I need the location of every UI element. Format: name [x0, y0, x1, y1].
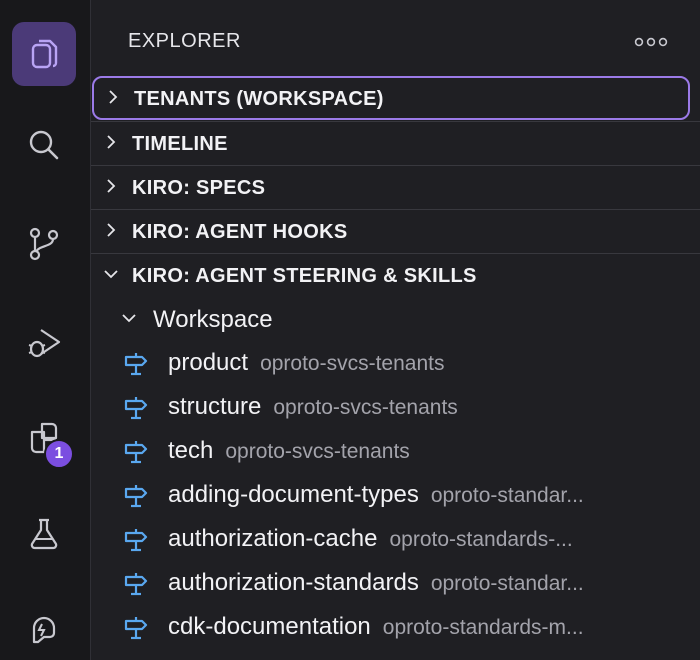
file-name: authorization-cache: [168, 525, 378, 552]
signpost-icon: [124, 529, 148, 552]
source-control-activity-button[interactable]: [12, 212, 76, 276]
search-activity-button[interactable]: [12, 113, 76, 177]
steering-file-item[interactable]: tech oproto-svcs-tenants: [91, 429, 700, 473]
kiro-window: 1 EXPLORER TENANTS (WORKSPACE) TIMELINE …: [0, 0, 700, 660]
section-label: TIMELINE: [132, 133, 228, 155]
sidebar-title: EXPLORER: [128, 30, 241, 52]
chevron-right-icon: [109, 90, 118, 104]
chevron-down-icon: [122, 314, 136, 323]
section-label: TENANTS (WORKSPACE): [134, 88, 384, 110]
search-icon: [29, 130, 59, 160]
signpost-icon: [124, 397, 148, 420]
tree-group-workspace[interactable]: Workspace: [91, 297, 700, 341]
source-control-icon: [29, 227, 59, 261]
steering-file-item[interactable]: cdk-documentation oproto-standards-m...: [91, 605, 700, 649]
file-description: oproto-standards-m...: [382, 616, 584, 639]
file-name: authorization-standards: [168, 569, 419, 596]
file-line: structure oproto-svcs-tenants: [168, 393, 666, 421]
file-line: tech oproto-svcs-tenants: [168, 437, 666, 465]
signpost-icon: [124, 485, 148, 508]
chevron-right-icon: [107, 179, 116, 193]
steering-file-item[interactable]: authorization-cache oproto-standards-...: [91, 517, 700, 561]
ellipsis-icon: [634, 37, 668, 47]
group-label: Workspace: [153, 306, 273, 333]
file-description: oproto-standards-...: [389, 528, 573, 551]
signpost-icon: [124, 441, 148, 464]
file-line: adding-document-types oproto-standar...: [168, 481, 666, 509]
section-tenants-workspace[interactable]: TENANTS (WORKSPACE): [92, 76, 690, 120]
steering-file-item[interactable]: authorization-standards oproto-standar...: [91, 561, 700, 605]
extensions-activity-button[interactable]: 1: [12, 406, 76, 470]
chevron-right-icon: [107, 223, 116, 237]
chevron-right-icon: [107, 135, 116, 149]
explorer-activity-button[interactable]: [12, 22, 76, 86]
file-name: product: [168, 349, 249, 376]
kiro-ghost-icon: [32, 616, 56, 644]
chevron-down-icon: [104, 270, 118, 279]
kiro-activity-button[interactable]: [12, 596, 76, 660]
file-description: oproto-svcs-tenants: [273, 396, 458, 419]
file-description: oproto-standar...: [430, 572, 584, 595]
more-actions-button[interactable]: [631, 30, 671, 54]
section-label: KIRO: AGENT HOOKS: [132, 221, 348, 243]
activity-bar: 1: [0, 0, 91, 660]
files-icon: [31, 39, 58, 69]
section-timeline[interactable]: TIMELINE: [91, 121, 700, 165]
file-line: authorization-standards oproto-standar...: [168, 569, 666, 597]
signpost-icon: [124, 573, 148, 596]
steering-file-item[interactable]: adding-document-types oproto-standar...: [91, 473, 700, 517]
testing-activity-button[interactable]: [12, 502, 76, 566]
signpost-icon: [124, 617, 148, 640]
file-line: product oproto-svcs-tenants: [168, 349, 666, 377]
section-kiro-agent-steering[interactable]: KIRO: AGENT STEERING & SKILLS: [91, 253, 700, 297]
explorer-sidebar: EXPLORER TENANTS (WORKSPACE) TIMELINE KI…: [91, 0, 700, 660]
file-description: oproto-svcs-tenants: [260, 352, 445, 375]
file-description: oproto-svcs-tenants: [225, 440, 410, 463]
sidebar-header: EXPLORER: [91, 0, 700, 76]
file-name: adding-document-types: [168, 481, 419, 508]
section-label: KIRO: SPECS: [132, 177, 266, 199]
section-label: KIRO: AGENT STEERING & SKILLS: [132, 265, 477, 287]
signpost-icon: [124, 353, 148, 376]
file-description: oproto-standar...: [430, 484, 584, 507]
run-debug-activity-button[interactable]: [12, 310, 76, 374]
section-kiro-specs[interactable]: KIRO: SPECS: [91, 165, 700, 209]
file-name: structure: [168, 393, 262, 420]
file-line: cdk-documentation oproto-standards-m...: [168, 613, 666, 641]
file-name: cdk-documentation: [168, 613, 371, 640]
steering-file-item[interactable]: product oproto-svcs-tenants: [91, 341, 700, 385]
testing-flask-icon: [30, 518, 58, 550]
extensions-badge: 1: [44, 439, 74, 469]
file-name: tech: [168, 437, 214, 464]
section-kiro-agent-hooks[interactable]: KIRO: AGENT HOOKS: [91, 209, 700, 253]
steering-file-item[interactable]: structure oproto-svcs-tenants: [91, 385, 700, 429]
file-line: authorization-cache oproto-standards-...: [168, 525, 666, 553]
run-debug-icon: [28, 329, 61, 358]
